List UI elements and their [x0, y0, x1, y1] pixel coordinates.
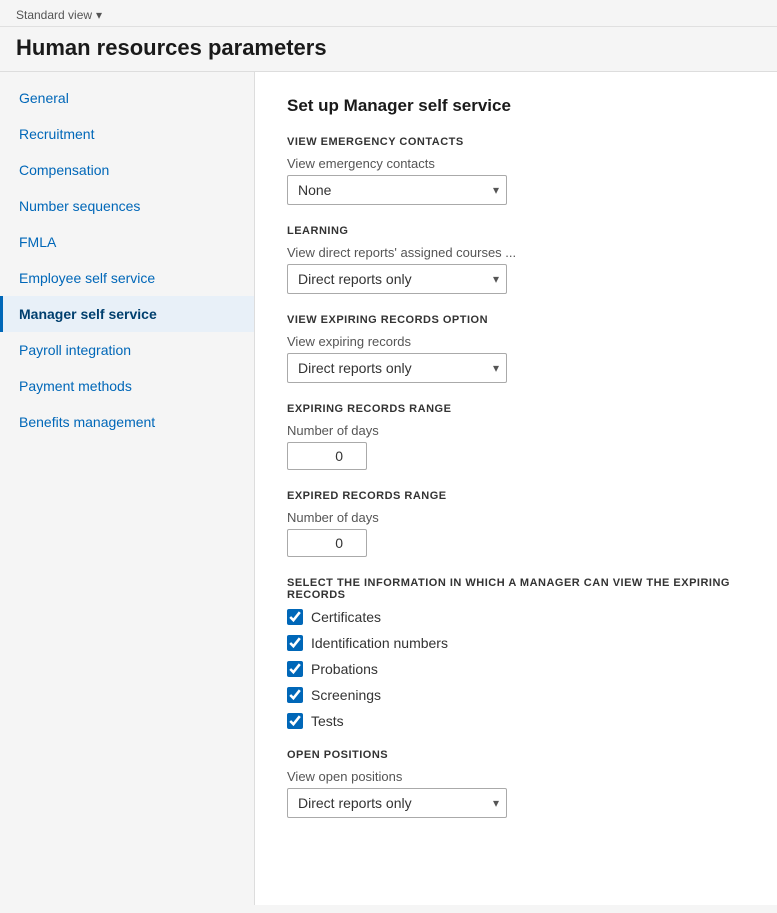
- open-positions-select-wrapper: None Direct reports only All reports ▾: [287, 788, 507, 818]
- tests-checkbox[interactable]: [287, 713, 303, 729]
- main-content: Set up Manager self service VIEW EMERGEN…: [255, 72, 777, 905]
- expiring-records-range-group: EXPIRING RECORDS RANGE Number of days: [287, 403, 745, 470]
- emergency-contacts-group: VIEW EMERGENCY CONTACTS View emergency c…: [287, 136, 745, 205]
- tests-checkbox-item: Tests: [287, 713, 745, 729]
- sidebar: General Recruitment Compensation Number …: [0, 72, 255, 905]
- sidebar-item-recruitment[interactable]: Recruitment: [0, 116, 254, 152]
- expiring-records-range-input[interactable]: [287, 442, 367, 470]
- emergency-contacts-select[interactable]: None Direct reports only All reports: [287, 175, 507, 205]
- top-bar: Standard view ▾: [0, 0, 777, 27]
- emergency-contacts-select-wrapper: None Direct reports only All reports ▾: [287, 175, 507, 205]
- sidebar-item-employee-self-service[interactable]: Employee self service: [0, 260, 254, 296]
- view-expiring-records-section-label: VIEW EXPIRING RECORDS OPTION: [287, 314, 745, 326]
- expired-records-range-input[interactable]: [287, 529, 367, 557]
- open-positions-field-label: View open positions: [287, 769, 745, 784]
- select-info-section-label: SELECT THE INFORMATION IN WHICH A MANAGE…: [287, 577, 745, 601]
- expired-records-range-section-label: EXPIRED RECORDS RANGE: [287, 490, 745, 502]
- page-title: Human resources parameters: [0, 27, 777, 72]
- sidebar-item-number-sequences[interactable]: Number sequences: [0, 188, 254, 224]
- sidebar-item-manager-self-service[interactable]: Manager self service: [0, 296, 254, 332]
- learning-select[interactable]: None Direct reports only All reports: [287, 264, 507, 294]
- open-positions-select[interactable]: None Direct reports only All reports: [287, 788, 507, 818]
- certificates-checkbox-item: Certificates: [287, 609, 745, 625]
- identification-numbers-label: Identification numbers: [311, 635, 448, 651]
- standard-view-label: Standard view: [16, 8, 92, 22]
- view-expiring-records-group: VIEW EXPIRING RECORDS OPTION View expiri…: [287, 314, 745, 383]
- learning-section-label: LEARNING: [287, 225, 745, 237]
- chevron-down-icon: ▾: [96, 8, 102, 22]
- learning-group: LEARNING View direct reports' assigned c…: [287, 225, 745, 294]
- learning-field-label: View direct reports' assigned courses ..…: [287, 245, 745, 260]
- sidebar-item-benefits-management[interactable]: Benefits management: [0, 404, 254, 440]
- expired-records-range-field-label: Number of days: [287, 510, 745, 525]
- tests-label: Tests: [311, 713, 344, 729]
- screenings-checkbox-item: Screenings: [287, 687, 745, 703]
- open-positions-group: OPEN POSITIONS View open positions None …: [287, 749, 745, 818]
- learning-select-wrapper: None Direct reports only All reports ▾: [287, 264, 507, 294]
- sidebar-item-payment-methods[interactable]: Payment methods: [0, 368, 254, 404]
- expiring-records-range-field-label: Number of days: [287, 423, 745, 438]
- certificates-checkbox[interactable]: [287, 609, 303, 625]
- probations-checkbox-item: Probations: [287, 661, 745, 677]
- expiring-records-range-section-label: EXPIRING RECORDS RANGE: [287, 403, 745, 415]
- probations-checkbox[interactable]: [287, 661, 303, 677]
- open-positions-section-label: OPEN POSITIONS: [287, 749, 745, 761]
- expired-records-range-group: EXPIRED RECORDS RANGE Number of days: [287, 490, 745, 557]
- view-expiring-records-select-wrapper: None Direct reports only All reports ▾: [287, 353, 507, 383]
- identification-numbers-checkbox[interactable]: [287, 635, 303, 651]
- emergency-contacts-field-label: View emergency contacts: [287, 156, 745, 171]
- emergency-contacts-section-label: VIEW EMERGENCY CONTACTS: [287, 136, 745, 148]
- sidebar-item-general[interactable]: General: [0, 80, 254, 116]
- view-expiring-records-select[interactable]: None Direct reports only All reports: [287, 353, 507, 383]
- sidebar-item-payroll-integration[interactable]: Payroll integration: [0, 332, 254, 368]
- screenings-checkbox[interactable]: [287, 687, 303, 703]
- probations-label: Probations: [311, 661, 378, 677]
- screenings-label: Screenings: [311, 687, 381, 703]
- standard-view-button[interactable]: Standard view ▾: [16, 8, 761, 22]
- sidebar-item-compensation[interactable]: Compensation: [0, 152, 254, 188]
- certificates-label: Certificates: [311, 609, 381, 625]
- view-expiring-records-field-label: View expiring records: [287, 334, 745, 349]
- identification-numbers-checkbox-item: Identification numbers: [287, 635, 745, 651]
- section-title: Set up Manager self service: [287, 96, 745, 116]
- sidebar-item-fmla[interactable]: FMLA: [0, 224, 254, 260]
- select-info-group: SELECT THE INFORMATION IN WHICH A MANAGE…: [287, 577, 745, 729]
- checkboxes-group: Certificates Identification numbers Prob…: [287, 609, 745, 729]
